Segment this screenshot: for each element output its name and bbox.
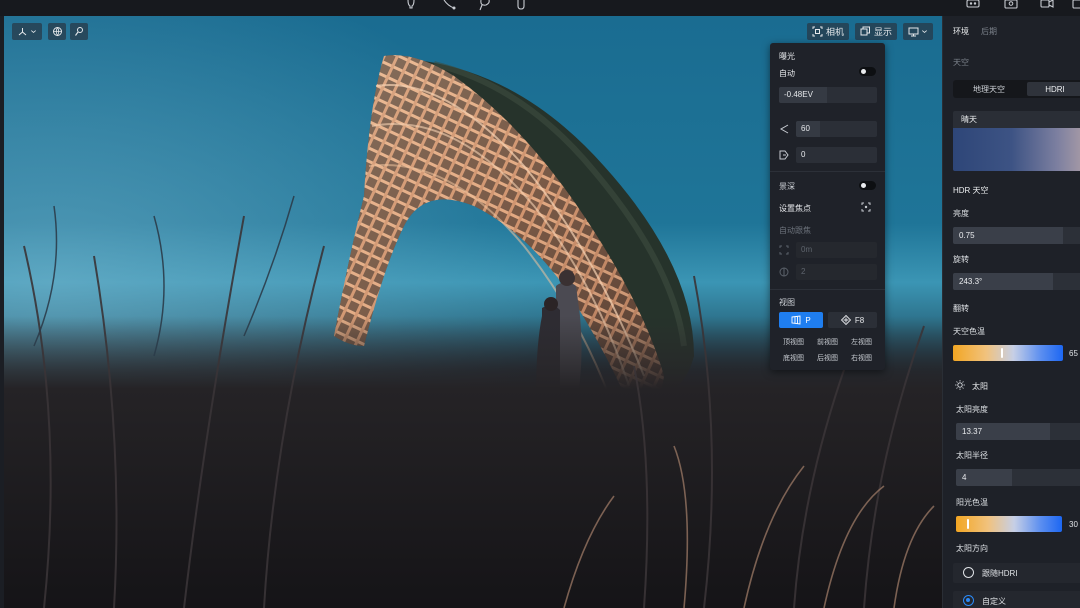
sun-radius-slider[interactable]: 4 [956,469,1080,486]
exposure-title: 曝光 [779,52,795,61]
camera-button[interactable]: 相机 [807,23,849,40]
environment-panel: 环境 后期 天空 地理天空 HDRI 晴天 HDR 天空 亮度 0.75 旋转 … [942,16,1080,608]
back-view-link[interactable]: 后视图 [817,353,838,363]
sky-section-title: 天空 [953,58,969,67]
auto-exposure-toggle[interactable] [859,67,876,76]
auto-exposure-label: 自动 [779,69,795,78]
fov-input[interactable]: 60 [796,121,877,137]
sunlight-temperature-knob[interactable] [967,519,969,529]
tab-post-processing[interactable]: 后期 [981,26,997,37]
sun-brightness-label: 太阳亮度 [956,405,988,414]
focus-target-icon[interactable] [861,202,871,212]
custom-direction-option[interactable]: 自定义 [953,591,1080,608]
crosshair-icon [840,315,851,325]
view-title: 视图 [779,298,795,307]
tilt-input[interactable]: 0 [796,147,877,163]
bottom-view-link[interactable]: 底视图 [783,353,804,363]
top-view-link[interactable]: 顶视图 [783,337,804,347]
magic-wand-icon [74,27,83,36]
sunlight-temperature-bar[interactable] [956,516,1062,532]
aperture-input[interactable]: 2 [796,264,877,280]
rotation-slider[interactable]: 243.3° [953,273,1080,290]
brightness-label: 亮度 [953,209,969,218]
auto-follow-focus-label: 自动跟焦 [779,226,811,235]
geo-sky-option[interactable]: 地理天空 [955,82,1023,96]
export-icon[interactable] [1072,0,1080,12]
display-button[interactable]: 显示 [855,23,897,40]
aperture-icon [779,267,789,277]
tab-environment[interactable]: 环境 [953,26,969,37]
f8-view-button[interactable]: F8 [828,312,877,328]
divider [770,289,885,290]
camera-settings-popover: 曝光 自动 -0.48EV 60 0 景深 设置焦点 自动跟焦 0m 2 视图 … [770,43,885,370]
sun-radius-label: 太阳半径 [956,451,988,460]
layers-icon [860,26,870,36]
brightness-slider[interactable]: 0.75 [953,227,1080,244]
sky-temperature-value: 65 [1069,349,1078,358]
front-view-link[interactable]: 前视图 [817,337,838,347]
dof-label: 景深 [779,182,795,191]
focus-distance-input[interactable]: 0m [796,242,877,258]
sunlight-temperature-label: 阳光色温 [956,498,988,507]
monitor-icon [908,27,919,37]
hand-pointer-icon[interactable] [514,0,528,12]
set-focus-label: 设置焦点 [779,204,811,213]
display-button-label: 显示 [873,27,892,37]
follow-hdri-label: 跟随HDRI [982,569,1018,578]
sunlight-temperature-value: 30 [1069,520,1078,529]
follow-hdri-option[interactable]: 跟随HDRI [953,563,1080,583]
ev-input[interactable]: -0.48EV [779,87,877,103]
sky-temperature-knob[interactable] [1001,348,1003,358]
axis-gizmo-icon [18,28,27,36]
bulb-icon[interactable] [404,0,418,12]
divider [770,171,885,172]
rotation-label: 旋转 [953,255,969,264]
globe-button[interactable] [48,23,66,40]
left-view-link[interactable]: 左视图 [851,337,872,347]
axis-gizmo-dropdown[interactable] [12,23,42,40]
sun-icon [955,380,966,391]
camera-button-label: 相机 [825,27,844,37]
sky-temperature-label: 天空色温 [953,327,985,336]
sun-section-title: 太阳 [972,382,988,391]
perspective-grid-icon [791,315,801,325]
hdri-name: 晴天 [961,115,977,124]
right-view-link[interactable]: 右视图 [851,353,872,363]
globe-icon [52,27,62,37]
camera-snapshot-icon[interactable] [1004,0,1018,12]
chevron-down-icon [31,30,36,33]
tilt-shift-icon [779,150,789,160]
vr-headset-icon[interactable] [966,0,980,12]
focus-distance-icon [779,245,789,255]
hdri-option[interactable]: HDRI [1027,82,1080,96]
video-camera-icon[interactable] [1040,0,1054,12]
hdri-thumbnail [953,128,1080,171]
custom-direction-label: 自定义 [982,597,1006,606]
dof-toggle[interactable] [859,181,876,190]
spline-icon[interactable] [442,0,456,12]
custom-direction-radio[interactable] [963,595,974,606]
camera-focus-icon [812,26,823,37]
sun-direction-label: 太阳方向 [956,544,988,553]
render-mode-dropdown[interactable] [903,23,933,40]
flip-label: 翻转 [953,304,969,313]
top-toolbar [0,0,1080,16]
hdr-sky-title: HDR 天空 [953,186,989,195]
chevron-down-icon [922,30,927,33]
fov-icon [779,124,789,134]
perspective-view-button[interactable]: P [779,312,823,328]
sky-mode-segmented: 地理天空 HDRI [953,80,1080,98]
hdri-preview[interactable]: 晴天 [953,111,1080,171]
magic-wand-button[interactable] [70,23,88,40]
sky-temperature-bar[interactable] [953,345,1063,361]
follow-hdri-radio[interactable] [963,567,974,578]
sun-brightness-slider[interactable]: 13.37 [956,423,1080,440]
lasso-icon[interactable] [478,0,492,12]
